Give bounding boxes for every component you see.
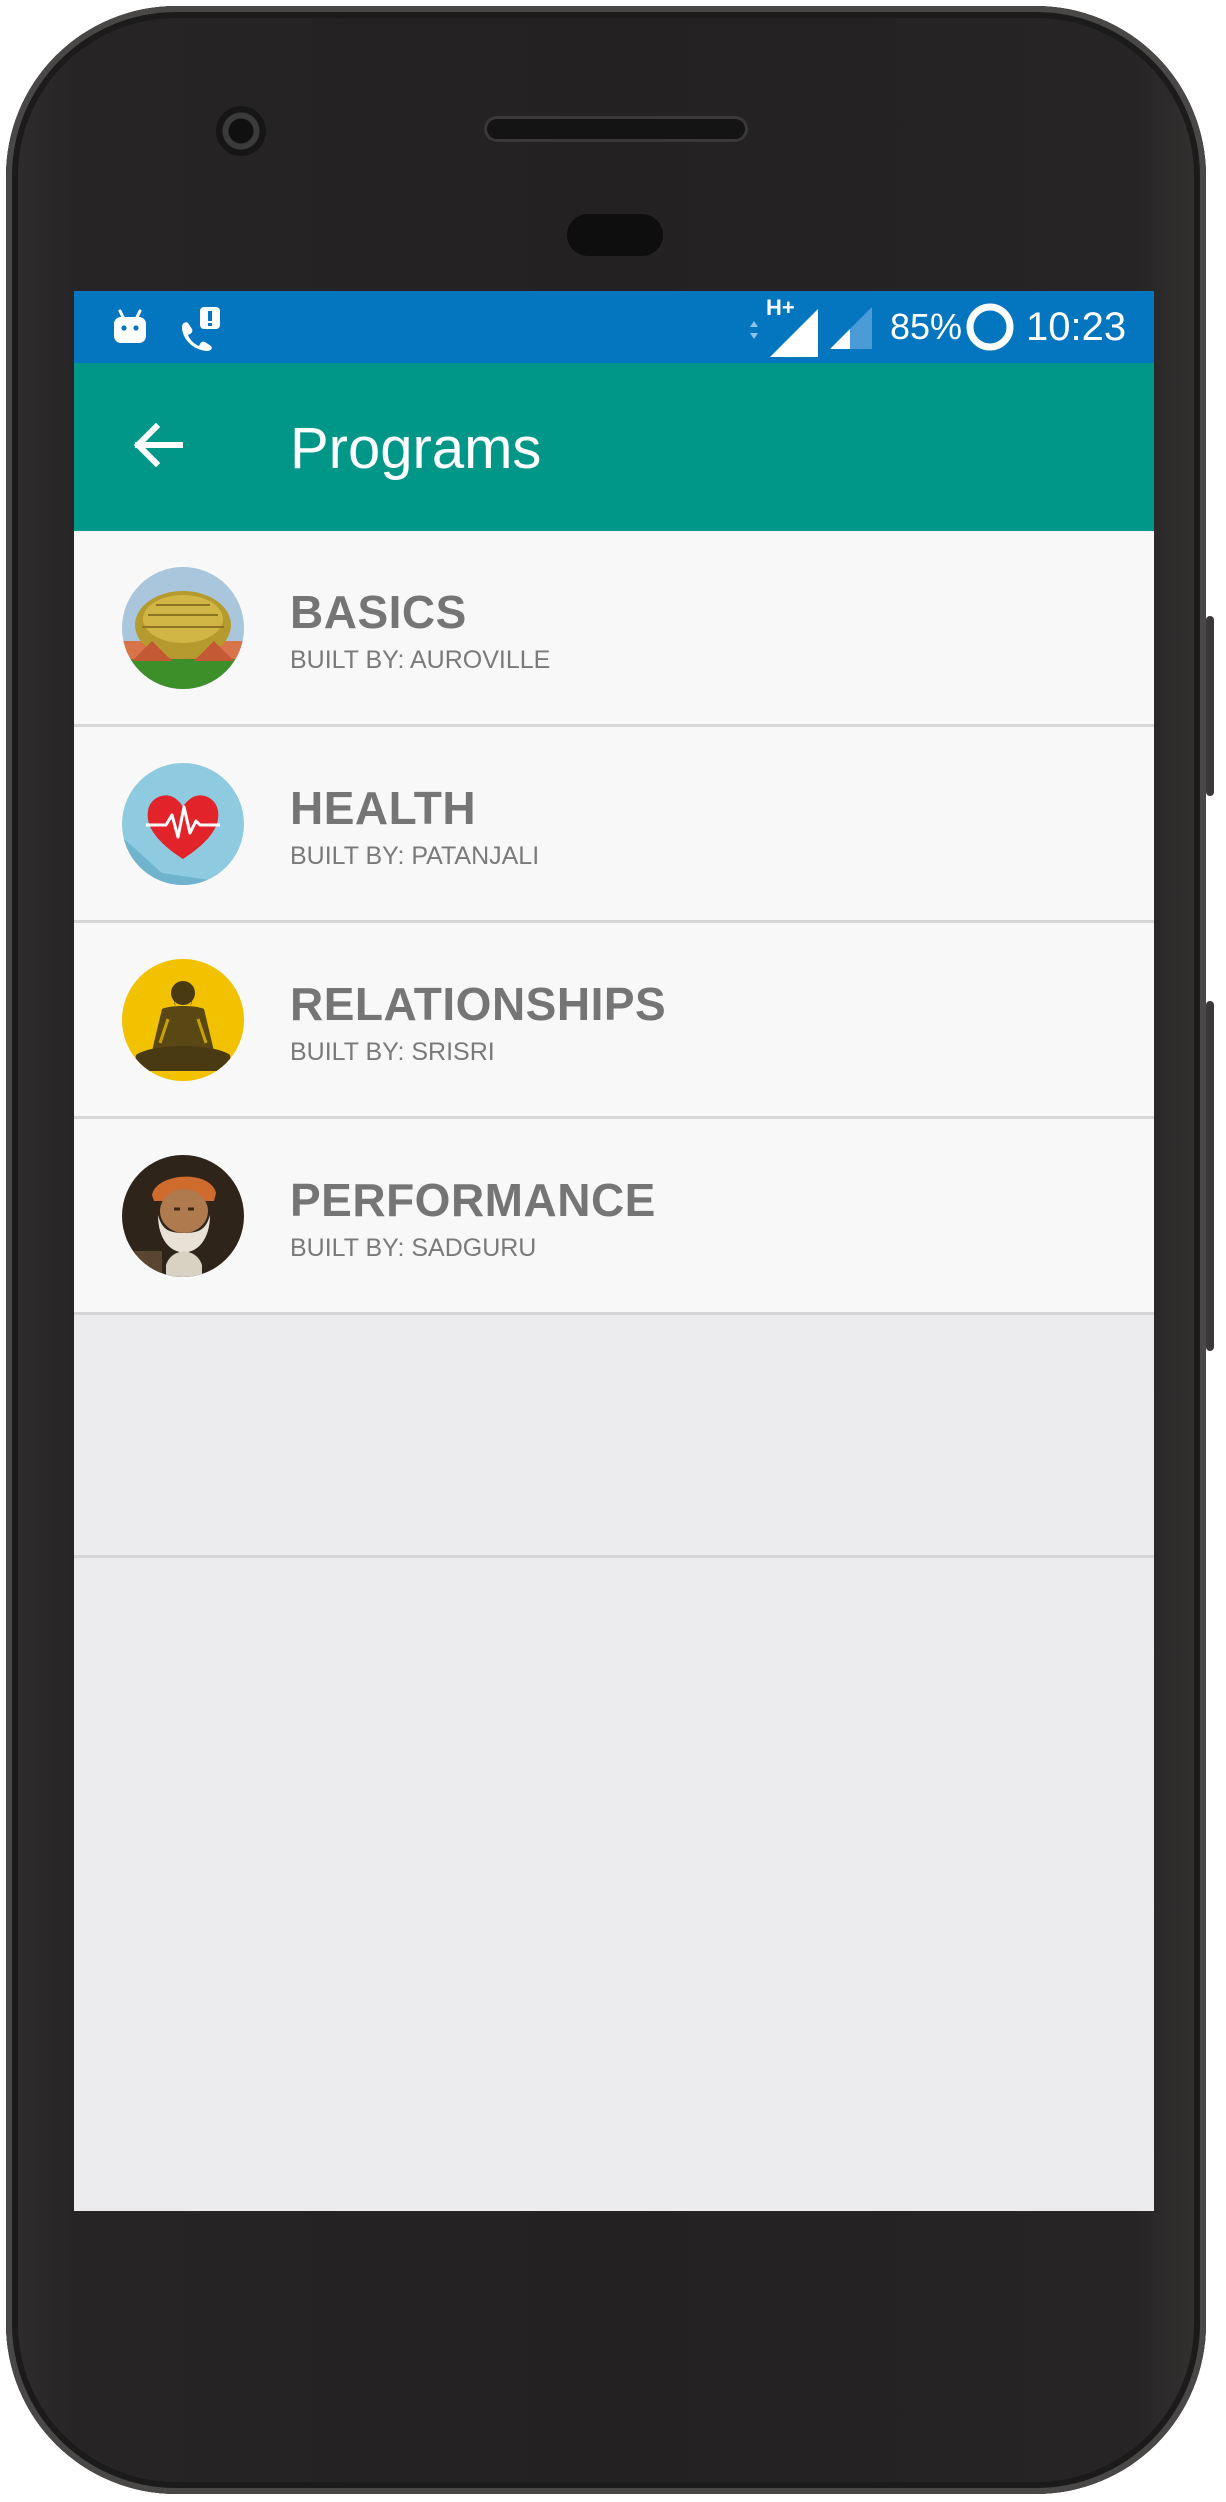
wifi-calling-alert-icon xyxy=(176,305,224,356)
program-item-performance[interactable]: PERFORMANCE BUILT BY: SADGURU xyxy=(74,1119,1154,1315)
page-title: Programs xyxy=(290,416,542,481)
android-debug-icon xyxy=(110,307,150,352)
app-bar: Programs xyxy=(74,363,1154,531)
program-author: BUILT BY: PATANJALI xyxy=(290,842,540,870)
program-title: HEALTH xyxy=(290,782,477,834)
guru-portrait-image xyxy=(122,959,244,1081)
screen: H+ 85% 10:23 Programs BASICS BUILT BY: A… xyxy=(74,291,1154,2211)
network-type-label: H+ xyxy=(766,295,795,320)
earpiece-speaker xyxy=(484,116,748,142)
sadguru-portrait-image xyxy=(122,1155,244,1277)
back-button[interactable] xyxy=(118,407,198,487)
program-item-basics[interactable]: BASICS BUILT BY: AUROVILLE xyxy=(74,531,1154,727)
empty-list-row xyxy=(74,1315,1154,1558)
program-author: BUILT BY: SRISRI xyxy=(290,1038,495,1066)
program-item-health[interactable]: HEALTH BUILT BY: PATANJALI xyxy=(74,727,1154,923)
program-title: RELATIONSHIPS xyxy=(290,978,667,1030)
program-item-relationships[interactable]: RELATIONSHIPS BUILT BY: SRISRI xyxy=(74,923,1154,1119)
phone-frame: H+ 85% 10:23 Programs BASICS BUILT BY: A… xyxy=(6,6,1214,2494)
status-bar: H+ 85% 10:23 xyxy=(74,291,1154,363)
arrow-back-icon xyxy=(130,417,186,478)
front-camera xyxy=(216,106,266,156)
program-author: BUILT BY: SADGURU xyxy=(290,1234,537,1262)
power-button xyxy=(1206,1001,1214,1351)
matrimandir-image xyxy=(122,567,244,689)
program-author: BUILT BY: AUROVILLE xyxy=(290,646,551,674)
heartbeat-icon xyxy=(122,763,244,885)
signal-strength-icon xyxy=(826,303,876,358)
volume-button xyxy=(1206,616,1214,796)
battery-percentage: 85% xyxy=(890,306,963,347)
proximity-sensor xyxy=(567,214,663,256)
clock: 10:23 xyxy=(1026,305,1127,349)
battery-saver-icon xyxy=(964,301,1016,358)
program-list: BASICS BUILT BY: AUROVILLE HEALTH BUILT … xyxy=(74,531,1154,1558)
program-title: PERFORMANCE xyxy=(290,1174,656,1226)
program-title: BASICS xyxy=(290,586,467,638)
